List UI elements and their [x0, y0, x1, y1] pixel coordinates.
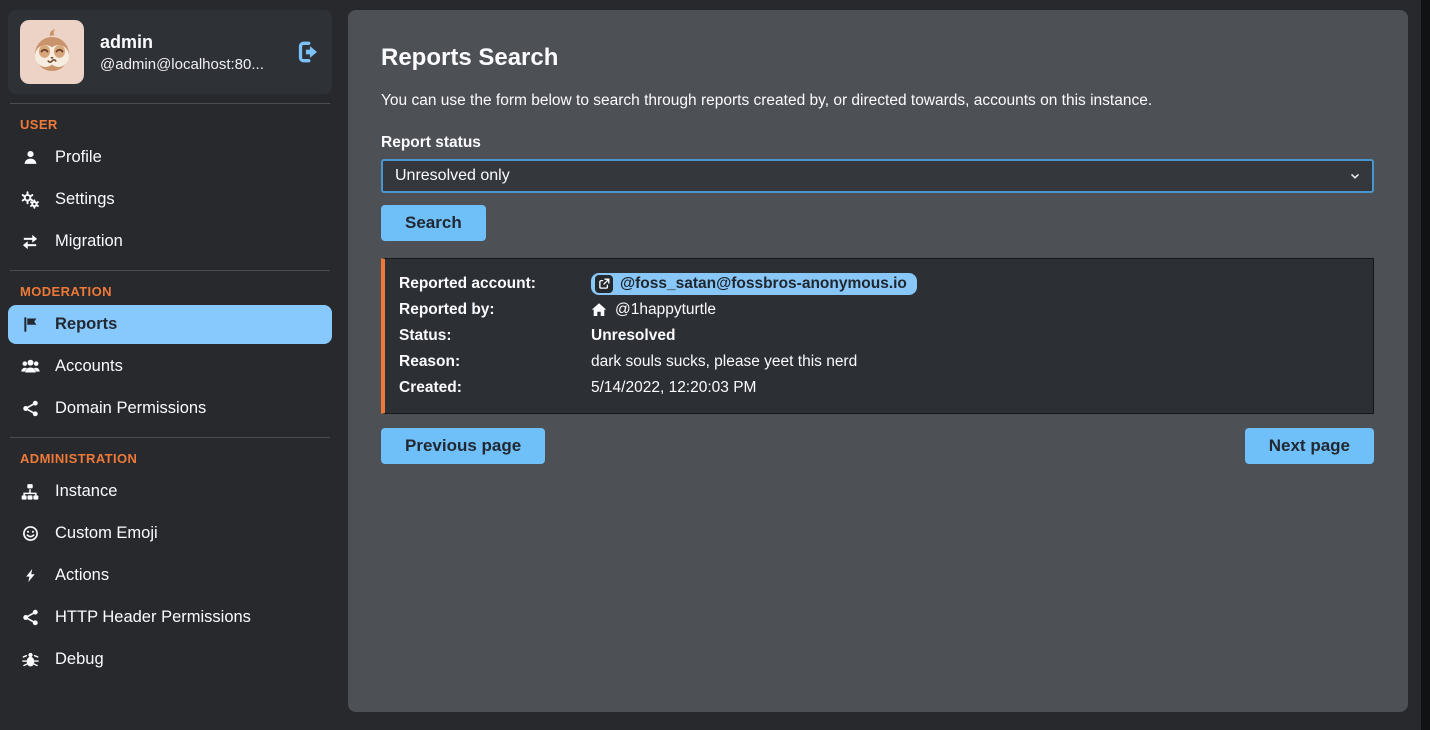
sidebar-divider [10, 437, 330, 438]
report-row-status: Status: Unresolved [399, 323, 1359, 349]
bug-icon [20, 651, 40, 668]
share-nodes-icon [20, 400, 40, 417]
reason-value: dark souls sucks, please yeet this nerd [591, 353, 857, 371]
sidebar-divider [10, 103, 330, 104]
sidebar-item-domain-permissions[interactable]: Domain Permissions [8, 389, 332, 428]
sidebar-item-instance[interactable]: Instance [8, 472, 332, 511]
share-nodes-icon [20, 609, 40, 626]
sidebar-item-label: Profile [55, 148, 102, 167]
users-icon [20, 357, 40, 376]
sidebar-item-http-header-permissions[interactable]: HTTP Header Permissions [8, 598, 332, 637]
sidebar-item-label: Domain Permissions [55, 399, 206, 418]
sidebar-item-accounts[interactable]: Accounts [8, 347, 332, 386]
reported-by-handle: @1happyturtle [615, 301, 716, 319]
sitemap-icon [20, 483, 40, 501]
sidebar: admin @admin@localhost:80... USER Profil… [0, 0, 348, 730]
page-description: You can use the form below to search thr… [381, 92, 1374, 110]
user-info: admin @admin@localhost:80... [100, 32, 264, 73]
reason-label: Reason: [399, 353, 591, 371]
sidebar-item-reports[interactable]: Reports [8, 305, 332, 344]
report-status-select[interactable]: Unresolved only [381, 159, 1374, 193]
sidebar-item-label: Reports [55, 315, 117, 334]
flag-icon [20, 316, 40, 333]
sidebar-divider [10, 270, 330, 271]
next-page-button[interactable]: Next page [1245, 428, 1374, 464]
sidebar-item-label: Debug [55, 650, 104, 669]
report-status-label: Report status [381, 134, 1374, 152]
status-value: Unresolved [591, 327, 675, 345]
sidebar-item-profile[interactable]: Profile [8, 138, 332, 177]
sidebar-item-label: Actions [55, 566, 109, 585]
main-area: Reports Search You can use the form belo… [348, 0, 1430, 730]
user-icon [20, 149, 40, 166]
report-row-reported-account: Reported account: @foss_satan@fossbros-a… [399, 271, 1359, 297]
sidebar-item-label: Settings [55, 190, 115, 209]
sidebar-item-debug[interactable]: Debug [8, 640, 332, 679]
scrollbar[interactable] [1421, 0, 1430, 730]
search-button[interactable]: Search [381, 205, 486, 241]
gears-icon [20, 191, 40, 209]
content-panel: Reports Search You can use the form belo… [348, 10, 1408, 712]
report-row-created: Created: 5/14/2022, 12:20:03 PM [399, 375, 1359, 401]
reported-account-link[interactable]: @foss_satan@fossbros-anonymous.io [591, 273, 917, 295]
created-label: Created: [399, 379, 591, 397]
report-card[interactable]: Reported account: @foss_satan@fossbros-a… [381, 258, 1374, 414]
reported-account-handle: @foss_satan@fossbros-anonymous.io [620, 275, 907, 293]
pagination: Previous page Next page [381, 428, 1374, 464]
user-handle: @admin@localhost:80... [100, 56, 264, 73]
reported-account-label: Reported account: [399, 275, 591, 293]
user-card: admin @admin@localhost:80... [8, 10, 332, 94]
report-row-reason: Reason: dark souls sucks, please yeet th… [399, 349, 1359, 375]
sidebar-item-migration[interactable]: Migration [8, 222, 332, 261]
smiley-icon [20, 525, 40, 542]
report-row-reported-by: Reported by: @1happyturtle [399, 297, 1359, 323]
sidebar-item-label: Instance [55, 482, 117, 501]
sidebar-item-label: Custom Emoji [55, 524, 158, 543]
page-title: Reports Search [381, 44, 1374, 72]
sidebar-item-actions[interactable]: Actions [8, 556, 332, 595]
username: admin [100, 32, 264, 53]
avatar [20, 20, 84, 84]
section-header-administration: ADMINISTRATION [20, 451, 332, 466]
sidebar-item-label: Migration [55, 232, 123, 251]
sidebar-item-settings[interactable]: Settings [8, 180, 332, 219]
home-icon [591, 302, 607, 318]
sidebar-item-custom-emoji[interactable]: Custom Emoji [8, 514, 332, 553]
sidebar-item-label: Accounts [55, 357, 123, 376]
arrows-left-right-icon [20, 233, 40, 251]
report-status-selected-value: Unresolved only [395, 167, 510, 185]
sidebar-item-label: HTTP Header Permissions [55, 608, 251, 627]
status-label: Status: [399, 327, 591, 345]
bolt-icon [20, 568, 40, 583]
section-header-user: USER [20, 117, 332, 132]
chevron-down-icon [1348, 169, 1362, 183]
external-link-icon [595, 275, 613, 293]
section-header-moderation: MODERATION [20, 284, 332, 299]
previous-page-button[interactable]: Previous page [381, 428, 545, 464]
created-value: 5/14/2022, 12:20:03 PM [591, 379, 756, 397]
logout-icon[interactable] [296, 40, 320, 64]
reported-by-label: Reported by: [399, 301, 591, 319]
